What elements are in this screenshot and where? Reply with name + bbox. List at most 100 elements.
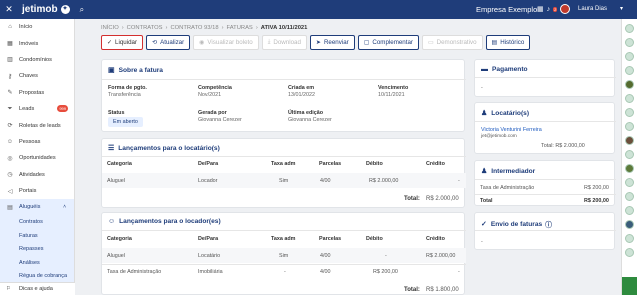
download-button[interactable]: ⤓ Download bbox=[261, 35, 307, 50]
help-icon: ⚐ bbox=[6, 286, 12, 292]
sidebar-item-alugu-is[interactable]: ▤ Aluguéis ˄ bbox=[0, 199, 74, 216]
rail-avatar-icon[interactable] bbox=[625, 38, 634, 47]
demonstrativo-button[interactable]: ▭ Demonstrativo bbox=[421, 35, 483, 50]
historico-button[interactable]: ▤ Histórico bbox=[485, 35, 531, 50]
rail-avatar-icon[interactable] bbox=[625, 234, 634, 243]
rail-avatar-icon[interactable] bbox=[625, 94, 634, 103]
lancamentos-locatario-card: ☰ Lançamentos para o locatário(s) Categor… bbox=[101, 138, 466, 208]
download-icon: ⤓ bbox=[267, 39, 271, 45]
notification-badge: 2 bbox=[553, 6, 558, 12]
info-icon[interactable]: ⓘ bbox=[545, 219, 552, 229]
sidebar-subitem-faturas[interactable]: Faturas bbox=[0, 229, 74, 243]
col-taxa: Taxa adm bbox=[271, 161, 296, 167]
sidebar-subitem-contratos[interactable]: Contratos bbox=[0, 215, 74, 230]
breadcrumb-faturas[interactable]: FATURAS bbox=[227, 25, 253, 31]
reenviar-button[interactable]: ➤ Reenviar bbox=[309, 35, 355, 50]
complementar-button[interactable]: ▢ Complementar bbox=[357, 35, 419, 50]
avatar[interactable] bbox=[560, 4, 571, 14]
sidebar-subitem-r-gua-de-cobran-a[interactable]: Régua de cobrança bbox=[0, 269, 74, 283]
sidebar-item-im-veis[interactable]: ▦ Imóveis bbox=[0, 35, 74, 51]
sidebar-item-pessoas[interactable]: ☺ Pessoas bbox=[0, 134, 74, 150]
search-icon[interactable]: ⌕ bbox=[80, 5, 84, 15]
breadcrumb-current: ATIVA 10/11/2021 bbox=[260, 25, 308, 31]
edicao-label: Última edição bbox=[288, 110, 324, 116]
sidebar-item-label: Oportunidades bbox=[19, 155, 56, 162]
chat-icon: ☰ bbox=[108, 145, 115, 152]
visualizar-boleto-button[interactable]: ◉ Visualizar boleto bbox=[193, 35, 259, 50]
sidebar-item-label: Imóveis bbox=[19, 40, 39, 47]
condo-icon: ▥ bbox=[7, 57, 13, 64]
sidebar-item-label: Condomínios bbox=[19, 56, 52, 63]
intermediador-row-value: R$ 200,00 bbox=[584, 185, 609, 191]
roulette-icon: ⟳ bbox=[7, 123, 13, 130]
rail-avatar-icon[interactable] bbox=[625, 66, 634, 75]
envio-faturas-title: ✓ Envio de faturas ⓘ bbox=[481, 219, 552, 230]
rail-avatar-icon[interactable] bbox=[625, 178, 634, 187]
sidebar-subitem-repasses[interactable]: Repasses bbox=[0, 242, 74, 256]
sidebar-item-portais[interactable]: ◁ Portais bbox=[0, 183, 74, 199]
rail-avatar-icon[interactable] bbox=[625, 150, 634, 159]
sidebar-item-in-cio[interactable]: ⌂ Início bbox=[0, 19, 74, 35]
logo[interactable]: jetimob ✦ bbox=[22, 4, 70, 15]
history-icon: ▤ bbox=[491, 40, 498, 46]
locatario-name-link[interactable]: Victoria Venturini Ferreira bbox=[481, 127, 542, 133]
rail-avatar-icon[interactable] bbox=[625, 52, 634, 61]
breadcrumb-contrato[interactable]: CONTRATO 93/18 bbox=[170, 25, 218, 31]
vencimento-label: Vencimento bbox=[378, 85, 409, 91]
envio-faturas-card: ✓ Envio de faturas ⓘ - bbox=[474, 212, 616, 250]
chat-launcher-button[interactable] bbox=[622, 277, 637, 295]
col-parcelas: Parcelas bbox=[319, 236, 342, 242]
liquidar-button[interactable]: ✓ Liquidar bbox=[101, 35, 144, 50]
rail-avatar-icon[interactable] bbox=[625, 80, 634, 89]
user-name[interactable]: Laura Dias bbox=[578, 6, 607, 12]
sidebar-item-roletas-de-leads[interactable]: ⟳ Roletas de leads bbox=[0, 117, 74, 133]
check-icon: ✓ bbox=[481, 221, 487, 228]
rail-avatar-icon[interactable] bbox=[625, 122, 634, 131]
sidebar-item-label: Leads bbox=[19, 106, 35, 113]
sidebar-item-chaves[interactable]: ⚷ Chaves bbox=[0, 68, 74, 84]
col-categoria: Categoria bbox=[107, 236, 132, 242]
sidebar-item-atividades[interactable]: ◷ Atividades bbox=[0, 167, 74, 183]
funnel-icon: ⏷ bbox=[7, 105, 13, 112]
breadcrumb-home[interactable]: INÍCIO bbox=[101, 25, 119, 31]
lancamentos-locador-title: ☺ Lançamentos para o locador(es) bbox=[108, 218, 221, 225]
apps-grid-icon[interactable]: ▦ bbox=[537, 5, 544, 13]
pagamento-title: ▬ Pagamento bbox=[481, 66, 528, 73]
rail-avatar-icon[interactable] bbox=[625, 248, 634, 257]
atualizar-button[interactable]: ⟲ Atualizar bbox=[146, 35, 191, 50]
sidebar-subitem-an-lises[interactable]: Análises bbox=[0, 255, 74, 270]
col-credito: Crédito bbox=[426, 236, 445, 242]
toolbar: ✓ Liquidar ⟲ Atualizar ◉ Visualizar boleto … bbox=[101, 35, 533, 50]
breadcrumb-contratos[interactable]: CONTRATOS bbox=[127, 25, 163, 31]
rail-avatar-icon[interactable] bbox=[625, 220, 634, 229]
payment-icon: ▬ bbox=[481, 66, 488, 73]
sidebar-item-condom-nios[interactable]: ▥ Condomínios bbox=[0, 52, 74, 68]
sidebar-item-leads[interactable]: ⏷ Leads 999 bbox=[0, 101, 74, 117]
rail-avatar-icon[interactable] bbox=[625, 164, 634, 173]
sidebar-item-propostas[interactable]: ✎ Propostas bbox=[0, 85, 74, 101]
sidebar-item-oportunidades[interactable]: ◎ Oportunidades bbox=[0, 150, 74, 166]
bell-icon[interactable]: ♪ bbox=[547, 6, 551, 13]
forma-label: Forma de pgto. bbox=[108, 85, 147, 91]
close-icon[interactable]: ✕ bbox=[0, 4, 18, 15]
vencimento-value: 10/11/2021 bbox=[378, 92, 405, 98]
chevron-down-icon[interactable]: ▾ bbox=[620, 5, 623, 12]
company-name[interactable]: Empresa Exemplo bbox=[476, 5, 537, 14]
rail-avatar-icon[interactable] bbox=[625, 206, 634, 215]
sidebar-help[interactable]: ⚐ Dicas e ajuda bbox=[0, 282, 75, 295]
rail-avatar-icon[interactable] bbox=[625, 136, 634, 145]
total-label: Total: bbox=[404, 196, 420, 202]
rail-avatar-icon[interactable] bbox=[625, 108, 634, 117]
total-label: Total: bbox=[404, 287, 420, 293]
status-badge: Em aberto bbox=[108, 117, 143, 127]
opportunity-icon: ◎ bbox=[7, 155, 13, 162]
cell-credito: R$ 2.000,00 bbox=[426, 253, 456, 259]
rail-avatar-icon[interactable] bbox=[625, 192, 634, 201]
total-value: R$ 2.000,00 bbox=[426, 196, 459, 202]
rail-avatar-icon[interactable] bbox=[625, 24, 634, 33]
sobre-fatura-card: ▣ Sobre a fatura Forma de pgto. Transferê… bbox=[101, 59, 466, 132]
sidebar-item-label: Roletas de leads bbox=[19, 122, 61, 129]
refresh-icon: ⟲ bbox=[152, 40, 158, 46]
cell-depara: Imobiliária bbox=[198, 269, 223, 275]
cell-depara: Locatário bbox=[198, 253, 221, 259]
